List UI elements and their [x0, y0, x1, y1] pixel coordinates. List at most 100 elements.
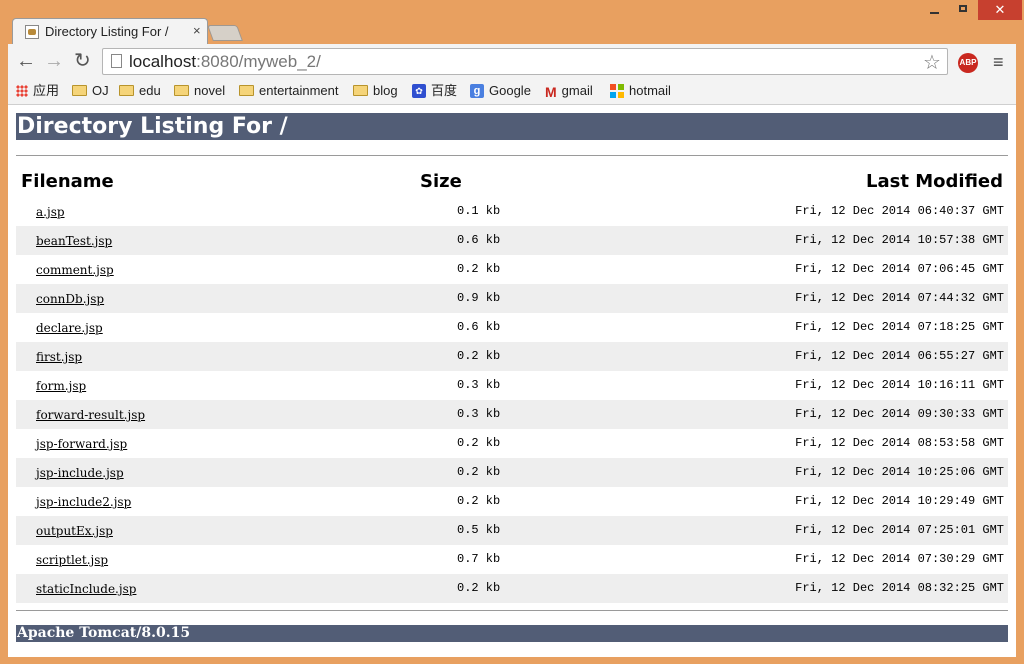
file-link[interactable]: beanTest.jsp: [36, 234, 112, 248]
adblock-plus-icon[interactable]: ABP: [958, 53, 978, 73]
bookmark-novel[interactable]: novel: [174, 82, 225, 102]
baidu-paw-icon: ✿: [412, 83, 426, 98]
file-modified: Fri, 12 Dec 2014 10:29:49 GMT: [795, 494, 1004, 508]
bookmark-gmail[interactable]: Mgmail: [545, 82, 593, 102]
bookmark-label: blog: [373, 83, 398, 98]
bookmark-label: OJ: [92, 83, 109, 98]
bookmark-label: 百度: [431, 83, 458, 98]
browser-toolbar: ← → ↻ localhost:8080/myweb_2/ ☆ ABP ≡: [8, 44, 1016, 80]
table-row: outputEx.jsp 0.5 kb Fri, 12 Dec 2014 07:25…: [16, 516, 1008, 545]
file-link[interactable]: staticInclude.jsp: [36, 582, 136, 596]
column-header-last-modified: Last Modified: [866, 171, 1003, 192]
file-link[interactable]: form.jsp: [36, 379, 86, 393]
file-link[interactable]: declare.jsp: [36, 321, 103, 335]
gmail-icon: M: [545, 83, 557, 100]
file-size: 0.6 kb: [457, 320, 501, 334]
window-titlebar: Directory Listing For / × ✕: [0, 0, 1024, 44]
file-table: a.jsp 0.1 kb Fri, 12 Dec 2014 06:40:37 GMT…: [16, 197, 1008, 603]
file-link[interactable]: comment.jsp: [36, 263, 114, 277]
column-header-size: Size: [420, 171, 462, 192]
reload-icon[interactable]: ↻: [74, 51, 91, 71]
file-modified: Fri, 12 Dec 2014 07:06:45 GMT: [795, 262, 1004, 276]
table-row: a.jsp 0.1 kb Fri, 12 Dec 2014 06:40:37 GMT: [16, 197, 1008, 226]
divider: [16, 610, 1008, 611]
table-row: jsp-forward.jsp 0.2 kb Fri, 12 Dec 2014 08…: [16, 429, 1008, 458]
file-modified: Fri, 12 Dec 2014 07:30:29 GMT: [795, 552, 1004, 566]
bookmark-label: Google: [489, 83, 531, 98]
file-size: 0.2 kb: [457, 494, 501, 508]
minimize-button[interactable]: [920, 0, 950, 20]
bookmark-google[interactable]: g Google: [470, 82, 531, 102]
url-host: localhost: [129, 52, 197, 71]
file-link[interactable]: connDb.jsp: [36, 292, 104, 306]
folder-icon: [239, 85, 254, 97]
file-modified: Fri, 12 Dec 2014 09:30:33 GMT: [795, 407, 1004, 421]
browser-menu-icon[interactable]: ≡: [993, 52, 1004, 73]
file-size: 0.1 kb: [457, 204, 501, 218]
file-link[interactable]: scriptlet.jsp: [36, 553, 108, 567]
tomcat-favicon-icon: [25, 25, 39, 39]
tab-title: Directory Listing For /: [45, 24, 169, 39]
file-link[interactable]: jsp-include2.jsp: [36, 495, 131, 509]
bookmark-label: gmail: [561, 83, 593, 98]
tab-close-icon[interactable]: ×: [193, 23, 201, 38]
folder-icon: [174, 85, 189, 97]
table-row: scriptlet.jsp 0.7 kb Fri, 12 Dec 2014 07:3…: [16, 545, 1008, 574]
page-viewport: Directory Listing For / Filename Size La…: [8, 105, 1016, 657]
table-row: declare.jsp 0.6 kb Fri, 12 Dec 2014 07:18:…: [16, 313, 1008, 342]
bookmark-oj[interactable]: OJ: [72, 82, 109, 102]
file-size: 0.7 kb: [457, 552, 501, 566]
file-modified: Fri, 12 Dec 2014 08:32:25 GMT: [795, 581, 1004, 595]
bookmark-hotmail[interactable]: hotmail: [610, 82, 671, 102]
file-link[interactable]: jsp-include.jsp: [36, 466, 124, 480]
folder-icon: [119, 85, 134, 97]
forward-arrow-icon[interactable]: →: [44, 51, 64, 71]
bookmark-label: novel: [194, 83, 226, 98]
file-size: 0.5 kb: [457, 523, 501, 537]
file-link[interactable]: a.jsp: [36, 205, 65, 219]
server-footer: Apache Tomcat/8.0.15: [16, 625, 1008, 642]
file-modified: Fri, 12 Dec 2014 07:25:01 GMT: [795, 523, 1004, 537]
table-row: beanTest.jsp 0.6 kb Fri, 12 Dec 2014 10:57…: [16, 226, 1008, 255]
url-path: :8080/myweb_2/: [196, 52, 321, 71]
table-row: staticInclude.jsp 0.2 kb Fri, 12 Dec 2014 …: [16, 574, 1008, 603]
bookmark-blog[interactable]: blog: [353, 82, 398, 102]
divider: [16, 155, 1008, 156]
file-modified: Fri, 12 Dec 2014 06:55:27 GMT: [795, 349, 1004, 363]
file-modified: Fri, 12 Dec 2014 08:53:58 GMT: [795, 436, 1004, 450]
file-modified: Fri, 12 Dec 2014 06:40:37 GMT: [795, 204, 1004, 218]
new-tab-button[interactable]: [207, 25, 243, 41]
back-arrow-icon[interactable]: ←: [16, 51, 36, 71]
browser-tab[interactable]: Directory Listing For / ×: [12, 18, 208, 44]
address-bar[interactable]: localhost:8080/myweb_2/ ☆: [102, 48, 948, 75]
bookmark-star-icon[interactable]: ☆: [923, 50, 941, 75]
bookmark-label: edu: [139, 83, 161, 98]
file-size: 0.6 kb: [457, 233, 501, 247]
file-link[interactable]: jsp-forward.jsp: [36, 437, 127, 451]
bookmark-entertainment[interactable]: entertainment: [239, 82, 339, 102]
file-size: 0.3 kb: [457, 407, 501, 421]
file-size: 0.9 kb: [457, 291, 501, 305]
bookmark-baidu[interactable]: ✿ 百度: [412, 82, 457, 102]
close-window-button[interactable]: ✕: [978, 0, 1022, 20]
file-link[interactable]: first.jsp: [36, 350, 82, 364]
url-text[interactable]: localhost:8080/myweb_2/: [129, 52, 321, 72]
file-link[interactable]: forward-result.jsp: [36, 408, 145, 422]
bookmark-label: entertainment: [259, 83, 339, 98]
file-size: 0.2 kb: [457, 262, 501, 276]
google-icon: g: [470, 83, 484, 98]
bookmark-edu[interactable]: edu: [119, 82, 161, 102]
file-modified: Fri, 12 Dec 2014 07:18:25 GMT: [795, 320, 1004, 334]
table-row: first.jsp 0.2 kb Fri, 12 Dec 2014 06:55:27…: [16, 342, 1008, 371]
file-modified: Fri, 12 Dec 2014 10:25:06 GMT: [795, 465, 1004, 479]
file-size: 0.2 kb: [457, 465, 501, 479]
file-link[interactable]: outputEx.jsp: [36, 524, 113, 538]
maximize-button[interactable]: [950, 0, 978, 20]
folder-icon: [353, 85, 368, 97]
file-modified: Fri, 12 Dec 2014 10:16:11 GMT: [795, 378, 1004, 392]
page-title: Directory Listing For /: [16, 113, 1008, 140]
bookmark-label: hotmail: [629, 83, 671, 98]
bookmark-apps[interactable]: 应用: [16, 82, 59, 102]
table-row: jsp-include2.jsp 0.2 kb Fri, 12 Dec 2014 1…: [16, 487, 1008, 516]
file-modified: Fri, 12 Dec 2014 07:44:32 GMT: [795, 291, 1004, 305]
